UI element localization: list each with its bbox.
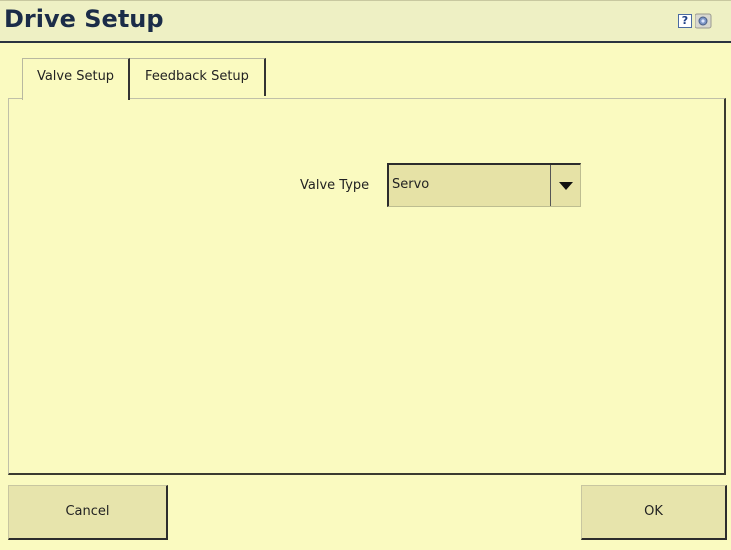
- valve-setup-panel: [8, 98, 726, 475]
- valve-type-dropdown[interactable]: Servo: [387, 163, 581, 207]
- tab-valve-setup[interactable]: Valve Setup: [22, 58, 130, 100]
- valve-type-label: Valve Type: [300, 178, 370, 193]
- cancel-button[interactable]: Cancel: [8, 485, 168, 540]
- tab-feedback-setup[interactable]: Feedback Setup: [130, 58, 266, 96]
- valve-type-value: Servo: [392, 177, 430, 192]
- help-icon[interactable]: ?: [678, 14, 692, 28]
- title-bar: Drive Setup ?: [0, 0, 731, 43]
- dropdown-arrow-button[interactable]: [550, 165, 580, 206]
- chevron-down-icon: [559, 182, 573, 190]
- window-title: Drive Setup: [4, 5, 164, 33]
- ok-button[interactable]: OK: [581, 485, 727, 540]
- camera-icon[interactable]: [694, 11, 731, 31]
